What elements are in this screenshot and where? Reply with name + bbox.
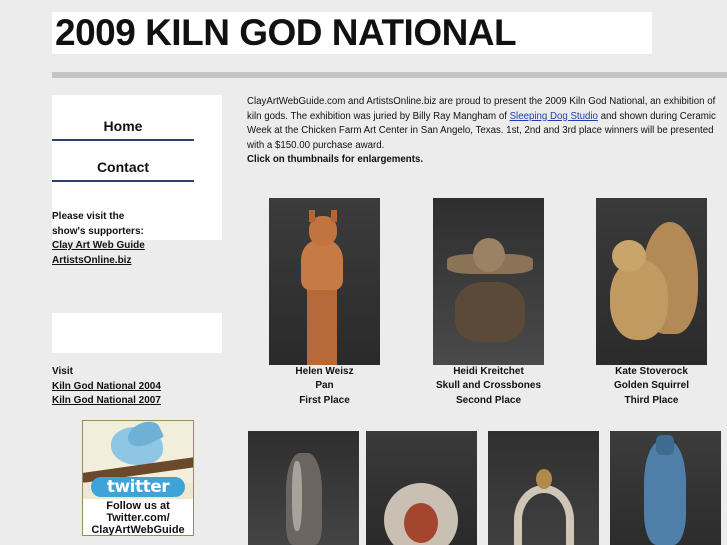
- divider: [52, 72, 727, 78]
- clay-art-web-guide-link[interactable]: Clay Art Web Guide: [52, 240, 145, 251]
- blank-panel: [52, 313, 222, 353]
- page-title: 2009 KILN GOD NATIONAL: [55, 12, 517, 53]
- instruction-text: Click on thumbnails for enlargements.: [247, 154, 424, 165]
- intro-paragraph: ClayArtWebGuide.com and ArtistsOnline.bi…: [247, 95, 727, 168]
- sculpture-center: [404, 503, 438, 543]
- artistsonline-link[interactable]: ArtistsOnline.biz: [52, 255, 131, 266]
- visit-label: Visit: [52, 366, 73, 377]
- caption-third-place: Kate Stoverock Golden Squirrel Third Pla…: [596, 365, 707, 408]
- twitter-line1: Follow us at: [106, 500, 170, 512]
- artist-name: Helen Weisz: [295, 366, 354, 377]
- work-title: Golden Squirrel: [613, 380, 689, 392]
- twitter-logo: twitter: [91, 477, 185, 497]
- twitter-badge[interactable]: twitter Follow us at Twitter.com/ ClayAr…: [82, 420, 194, 536]
- sleeping-dog-studio-link[interactable]: Sleeping Dog Studio: [510, 111, 598, 122]
- twitter-line3: ClayArtWebGuide: [91, 524, 185, 536]
- work-title: Skull and Crossbones: [435, 380, 542, 392]
- award-place: Second Place: [455, 394, 522, 406]
- sculpture-top: [536, 469, 552, 489]
- supporters-line2: show's supporters:: [52, 225, 144, 237]
- caption-second-place: Heidi Kreitchet Skull and Crossbones Sec…: [418, 365, 559, 408]
- kiln-god-2007-link[interactable]: Kiln God National 2007: [52, 395, 161, 406]
- thumbnail-entry-7[interactable]: [610, 431, 721, 545]
- award-place: First Place: [299, 394, 350, 406]
- twitter-line2: Twitter.com/: [106, 512, 170, 524]
- sculpture-blue-figure: [644, 441, 686, 545]
- thumbnail-pan[interactable]: [269, 198, 380, 365]
- contact-button[interactable]: Contact: [52, 154, 194, 182]
- supporters-block: Please visit the show's supporters: Clay…: [52, 210, 222, 268]
- sculpture-blue-neck: [656, 435, 674, 455]
- thumbnail-entry-5[interactable]: [366, 431, 477, 545]
- sculpture-base: [455, 282, 525, 342]
- thumbnail-entry-4[interactable]: [248, 431, 359, 545]
- sculpture-figure-highlight: [292, 461, 302, 531]
- thumbnail-entry-6[interactable]: [488, 431, 599, 545]
- twitter-follow-text: Follow us at Twitter.com/ ClayArtWebGuid…: [83, 499, 193, 536]
- home-button[interactable]: Home: [52, 113, 194, 141]
- sculpture-squirrel-body: [610, 260, 668, 340]
- sculpture-arch: [514, 485, 574, 545]
- artist-name: Heidi Kreitchet: [453, 366, 524, 377]
- sculpture-skull: [473, 238, 505, 272]
- thumbnail-golden-squirrel[interactable]: [596, 198, 707, 365]
- sculpture-horn-left: [309, 210, 315, 222]
- supporters-line1: Please visit the: [52, 211, 125, 222]
- award-place: Third Place: [624, 394, 679, 406]
- visit-block: Visit Kiln God National 2004 Kiln God Na…: [52, 365, 222, 409]
- sculpture-squirrel-head: [612, 240, 646, 272]
- kiln-god-2004-link[interactable]: Kiln God National 2004: [52, 381, 161, 392]
- work-title: Pan: [315, 380, 334, 392]
- sculpture-body: [301, 240, 343, 290]
- caption-first-place: Helen Weisz Pan First Place: [269, 365, 380, 408]
- sculpture-pedestal: [307, 280, 337, 365]
- title-banner: 2009 KILN GOD NATIONAL: [52, 12, 652, 54]
- artist-name: Kate Stoverock: [615, 366, 688, 377]
- sculpture-horn-right: [331, 210, 337, 222]
- thumbnail-skull-crossbones[interactable]: [433, 198, 544, 365]
